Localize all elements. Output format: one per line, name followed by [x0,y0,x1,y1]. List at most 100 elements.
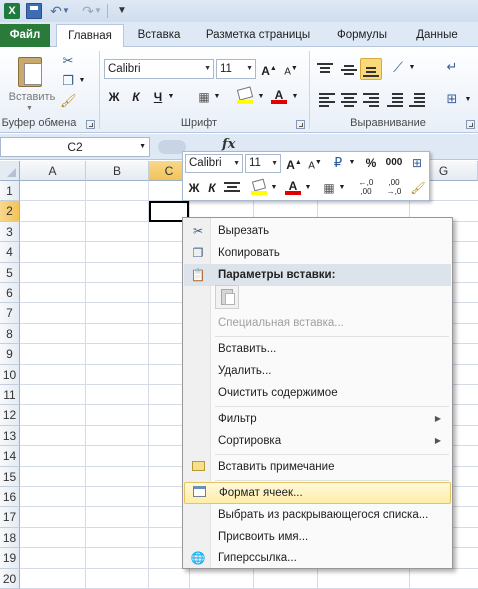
menu-item-format-cells[interactable]: Формат ячеек... [184,482,451,504]
row-header-4[interactable]: 4 [0,242,20,263]
menu-item-hyperlink[interactable]: 🌐 Гиперссылка... [184,548,451,568]
row-header-12[interactable]: 12 [0,405,20,426]
decrease-indent-icon[interactable] [386,91,404,107]
orientation-dropdown-icon[interactable]: ▼ [404,60,420,76]
tab-home[interactable]: Главная [56,24,124,48]
mini-thousands-button[interactable]: 000 [383,153,405,173]
align-center-icon[interactable] [340,91,358,107]
row-header-17[interactable]: 17 [0,507,20,528]
undo-dropdown-icon[interactable]: ▼ [62,3,70,19]
row-header-3[interactable]: 3 [0,221,20,243]
mini-font-name-combo[interactable]: Calibri ▼ [185,154,243,173]
tab-file[interactable]: Файл [0,24,50,47]
menu-item-clear-contents[interactable]: Очистить содержимое [184,382,451,404]
redo-dropdown-icon[interactable]: ▼ [94,3,102,19]
customize-qat-icon[interactable]: ▼ [114,3,130,19]
column-header-a[interactable]: A [20,161,86,181]
underline-button[interactable]: Ч [150,87,166,107]
menu-item-insert[interactable]: Вставить... [184,338,451,360]
increase-indent-icon[interactable] [408,91,426,107]
mini-font-size-combo[interactable]: 11 ▼ [245,154,281,173]
font-name-combo[interactable]: Calibri ▼ [104,59,214,79]
copy-dropdown-icon[interactable]: ▼ [74,73,90,89]
grow-font-icon[interactable]: A▲ [260,59,278,79]
row-header-10[interactable]: 10 [0,364,20,385]
paste-option-button[interactable] [215,285,239,309]
menu-item-sort[interactable]: Сортировка ▶ [184,430,451,452]
cut-icon[interactable]: ✂ [60,53,76,69]
wrap-text-icon[interactable]: ↵ [444,59,460,75]
excel-logo-icon[interactable]: X [4,3,20,19]
insert-function-icon[interactable]: fx [222,137,235,152]
row-header-20[interactable]: 20 [0,568,20,589]
font-color-dropdown-icon[interactable]: ▼ [290,87,300,107]
italic-button[interactable]: К [128,87,144,107]
mini-borders-dropdown-icon[interactable]: ▼ [337,178,347,198]
row-header-6[interactable]: 6 [0,283,20,304]
mini-percent-button[interactable]: % [363,153,379,173]
align-right-icon[interactable] [362,91,380,107]
row-header-13[interactable]: 13 [0,425,20,447]
mini-format-painter-icon[interactable]: 🖌 [409,178,427,198]
column-header-b[interactable]: B [86,161,149,181]
borders-icon[interactable]: ▦ [196,87,212,107]
merge-center-icon[interactable]: ⊞ [444,91,460,107]
mini-font-color-dropdown-icon[interactable]: ▼ [303,178,313,198]
font-size-combo[interactable]: 11 ▼ [216,59,256,79]
tab-formulas[interactable]: Формулы [326,24,398,47]
chevron-down-icon[interactable]: ▼ [271,155,278,172]
paste-icon[interactable] [14,53,46,89]
align-middle-icon[interactable] [340,61,358,77]
chevron-down-icon[interactable]: ▼ [233,155,240,172]
row-header-9[interactable]: 9 [0,344,20,365]
mini-align-center-icon[interactable] [223,180,241,196]
tab-insert[interactable]: Вставка [128,24,190,47]
chevron-down-icon[interactable]: ▼ [246,60,253,78]
row-header-19[interactable]: 19 [0,548,20,569]
row-header-5[interactable]: 5 [0,262,20,283]
mini-fill-dropdown-icon[interactable]: ▼ [269,178,279,198]
align-bottom-icon[interactable] [360,58,382,80]
paste-button[interactable]: Вставить [6,91,58,103]
mini-bold-button[interactable]: Ж [187,178,201,198]
font-launcher-icon[interactable] [296,120,305,129]
paste-dropdown-icon[interactable]: ▼ [26,105,33,112]
format-painter-icon[interactable]: 🖌 [60,93,77,109]
shrink-font-icon[interactable]: A▼ [282,59,300,79]
mini-shrink-font-icon[interactable]: A▼ [307,153,323,173]
row-header-15[interactable]: 15 [0,466,20,487]
select-all-button[interactable] [0,161,20,181]
menu-item-delete[interactable]: Удалить... [184,360,451,382]
fill-dropdown-icon[interactable]: ▼ [256,87,266,107]
row-header-8[interactable]: 8 [0,323,20,345]
mini-increase-decimal-icon[interactable]: ←,0 ,00 [353,178,379,198]
row-header-1[interactable]: 1 [0,181,20,202]
alignment-launcher-icon[interactable] [466,120,475,129]
mini-font-color-icon[interactable]: A [283,176,303,196]
mini-merge-icon[interactable]: ⊞ [407,153,427,173]
align-left-icon[interactable] [318,91,336,107]
fill-color-icon[interactable] [234,85,256,105]
mini-currency-format-icon[interactable]: ₽ [329,153,347,173]
merge-dropdown-icon[interactable]: ▼ [460,92,476,108]
align-top-icon[interactable] [316,61,334,77]
row-header-14[interactable]: 14 [0,446,20,467]
menu-item-cut[interactable]: ✂ Вырезать [184,220,451,242]
row-header-7[interactable]: 7 [0,303,20,324]
row-header-16[interactable]: 16 [0,487,20,508]
menu-item-filter[interactable]: Фильтр ▶ [184,408,451,430]
row-header-2[interactable]: 2 [0,201,20,222]
mini-grow-font-icon[interactable]: A▲ [285,153,303,173]
chevron-down-icon[interactable]: ▼ [204,60,211,78]
menu-item-insert-comment[interactable]: Вставить примечание [184,456,451,478]
borders-dropdown-icon[interactable]: ▼ [212,87,222,107]
tab-page-layout[interactable]: Разметка страницы [198,24,318,47]
menu-item-pick-from-list[interactable]: Выбрать из раскрывающегося списка... [184,504,451,526]
bold-button[interactable]: Ж [106,87,122,107]
mini-currency-dropdown-icon[interactable]: ▼ [347,153,357,173]
mini-fill-color-icon[interactable] [249,176,269,196]
name-box[interactable]: C2 ▼ [0,137,150,157]
mini-decrease-decimal-icon[interactable]: ,00 →,0 [381,178,407,198]
font-color-icon[interactable]: A [268,85,290,105]
clipboard-launcher-icon[interactable] [86,120,95,129]
